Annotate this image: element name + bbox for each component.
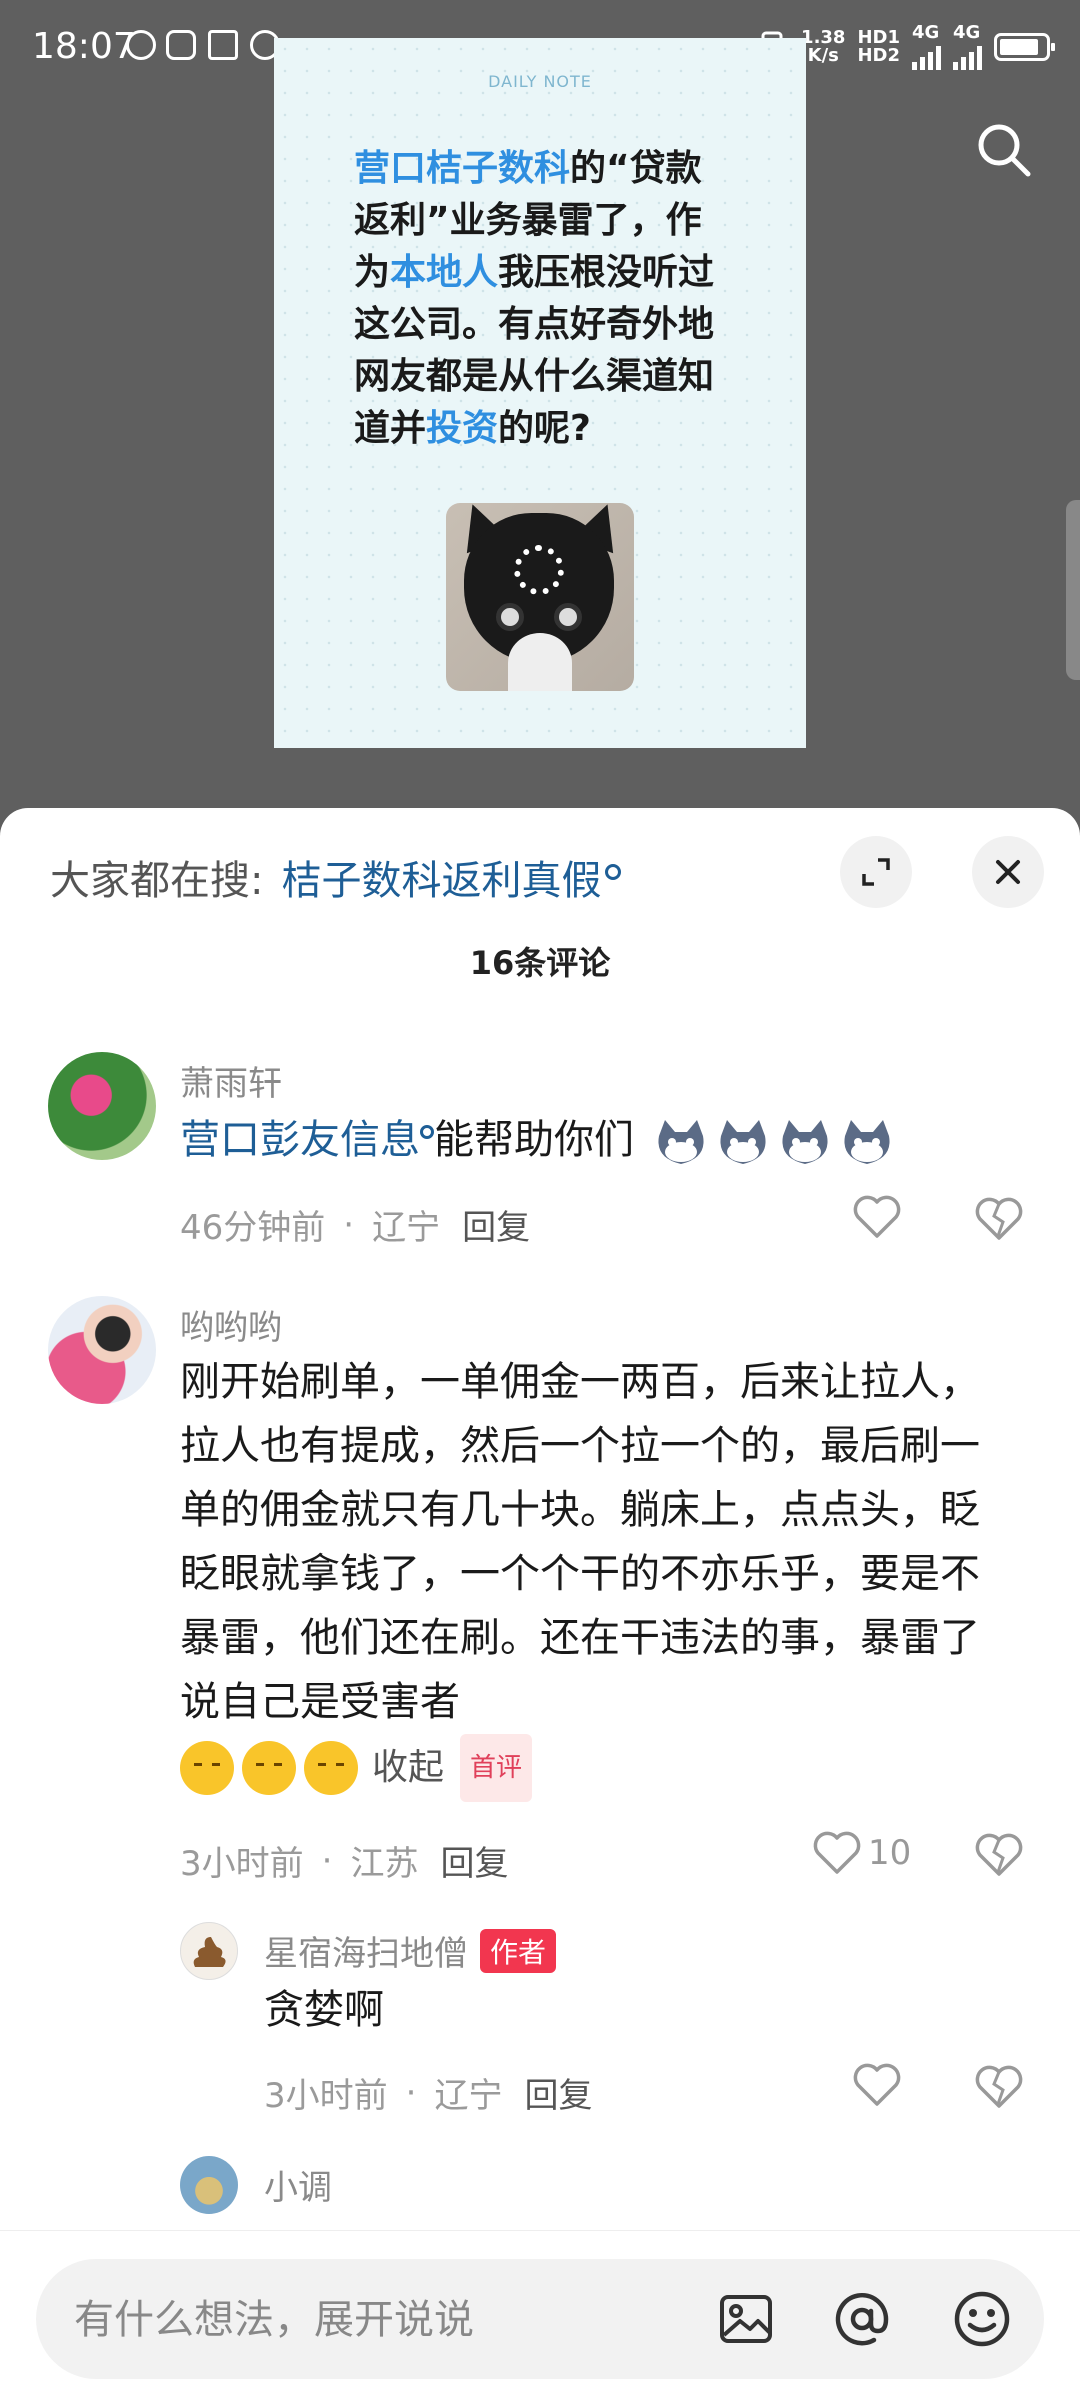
heart-icon <box>813 1831 861 1874</box>
heart-icon <box>853 1195 901 1238</box>
heart-icon <box>853 2063 901 2106</box>
note-text: 营口桔子数科的“贷款返利”业务暴雷了，作为本地人我压根没听过这公司。有点好奇外地… <box>354 148 715 449</box>
signal-1: 4G <box>912 24 941 70</box>
status-time: 18:07 <box>32 26 136 67</box>
husky-emoji-icon <box>658 1120 704 1164</box>
reply-button[interactable]: 回复 <box>524 2068 592 2117</box>
message-icon <box>126 30 156 60</box>
close-button[interactable] <box>972 836 1044 908</box>
expand-icon <box>862 858 890 886</box>
note-highlight: 营口桔子数科 <box>354 148 571 189</box>
broken-heart-icon[interactable] <box>974 1196 1024 1242</box>
comments-count-title: 16条评论 <box>469 944 611 982</box>
image-icon[interactable] <box>716 2289 776 2349</box>
mention-icon[interactable] <box>832 2289 892 2349</box>
first-comment-badge: 首评 <box>460 1734 533 1802</box>
avatar[interactable] <box>180 1922 238 1980</box>
expand-button[interactable] <box>840 836 912 908</box>
poop-emoji-icon <box>193 1937 226 1967</box>
comment-location: 江苏 <box>350 1844 419 1884</box>
reply-user-row: 星宿海扫地僧 作者 <box>264 1926 557 1975</box>
comment-text: 营口彭友信息 能帮助你们 <box>180 1108 1020 1172</box>
hot-search: 大家都在搜: 桔子数科返利真假 <box>50 848 622 906</box>
gallery-icon <box>208 30 238 60</box>
comment-meta: 3小时前 · 辽宁 回复 <box>264 2068 592 2117</box>
reply-button[interactable]: 回复 <box>462 1200 530 1249</box>
comment-username[interactable]: 哟哟哟 <box>180 1300 282 1349</box>
small-search-icon <box>605 863 622 880</box>
comment-input-bar <box>0 2230 1080 2401</box>
comment-input-container[interactable] <box>36 2259 1044 2381</box>
hot-search-link[interactable]: 桔子数科返利真假 <box>281 858 601 904</box>
search-icon[interactable] <box>974 120 1034 180</box>
like-button[interactable] <box>852 1194 902 1240</box>
broken-heart-icon[interactable] <box>974 1832 1024 1878</box>
husky-emoji-icon <box>844 1120 890 1164</box>
emoji-icon[interactable] <box>952 2289 1012 2349</box>
comment-search-link[interactable]: 营口彭友信息 <box>180 1117 420 1163</box>
network-speed: 1.38 K/s <box>801 27 846 66</box>
smirk-emoji-icon <box>304 1741 358 1795</box>
edge-panel-handle[interactable] <box>1066 500 1080 680</box>
avatar[interactable] <box>180 2156 238 2214</box>
comment-username[interactable]: 星宿海扫地僧 <box>264 1926 468 1975</box>
note-highlight: 投资 <box>426 408 499 449</box>
close-icon <box>996 860 1020 884</box>
comment-time: 46分钟前 <box>180 1208 326 1248</box>
comment-input[interactable] <box>72 2259 676 2381</box>
comment-text: 贪婪啊 <box>264 1987 384 2033</box>
comment-text: 刚开始刷单，一单佣金一两百，后来让拉人，拉人也有提成，然后一个拉一个的，最后刷一… <box>180 1350 1010 1802</box>
signal-2: 4G <box>953 24 982 70</box>
avatar[interactable] <box>48 1296 156 1404</box>
wechat-icon <box>166 30 196 60</box>
collapse-button[interactable]: 收起 <box>372 1747 444 1788</box>
smirk-emoji-icon <box>180 1741 234 1795</box>
comment-username[interactable]: 萧雨轩 <box>180 1056 282 1105</box>
signal-bars-icon <box>912 42 941 70</box>
husky-emoji-icon <box>720 1120 766 1164</box>
author-badge: 作者 <box>480 1928 557 1973</box>
note-header: DAILY NOTE <box>488 72 592 91</box>
signal-bars-icon <box>953 42 982 70</box>
comments-sheet: 大家都在搜: 桔子数科返利真假 16条评论 萧雨轩 营口彭友信息 能帮助你们 46分… <box>0 808 1080 2400</box>
small-search-icon <box>420 1124 434 1139</box>
comment-meta: 46分钟前 · 辽宁 回复 <box>180 1200 530 1249</box>
comment-meta: 3小时前 · 江苏 回复 <box>180 1836 508 1885</box>
avatar[interactable] <box>48 1052 156 1160</box>
like-count: 10 <box>868 1833 912 1873</box>
comment-username[interactable]: 小调 <box>264 2160 332 2209</box>
hd-indicator: HD1 HD2 <box>857 27 900 66</box>
note-highlight: 本地人 <box>390 252 499 293</box>
smirk-emoji-icon <box>242 1741 296 1795</box>
broken-heart-icon[interactable] <box>974 2064 1024 2110</box>
hot-search-label: 大家都在搜: <box>50 858 264 904</box>
loading-spinner-icon <box>514 545 564 595</box>
post-image[interactable]: DAILY NOTE 营口桔子数科的“贷款返利”业务暴雷了，作为本地人我压根没听… <box>274 38 806 748</box>
comment-location: 辽宁 <box>434 2076 503 2116</box>
like-button[interactable] <box>852 2062 902 2108</box>
like-button[interactable]: 10 <box>812 1830 911 1876</box>
husky-emoji-icon <box>782 1120 828 1164</box>
comment-time: 3小时前 <box>264 2076 388 2116</box>
battery-icon <box>994 33 1055 61</box>
cat-loading-meme-image <box>446 503 634 691</box>
reply-button[interactable]: 回复 <box>440 1836 508 1885</box>
comment-time: 3小时前 <box>180 1844 304 1884</box>
comment-location: 辽宁 <box>372 1208 441 1248</box>
post-image-area: 18:07 1.38 K/s HD1 HD2 4G 4G DAILY NOTE … <box>0 0 1080 810</box>
